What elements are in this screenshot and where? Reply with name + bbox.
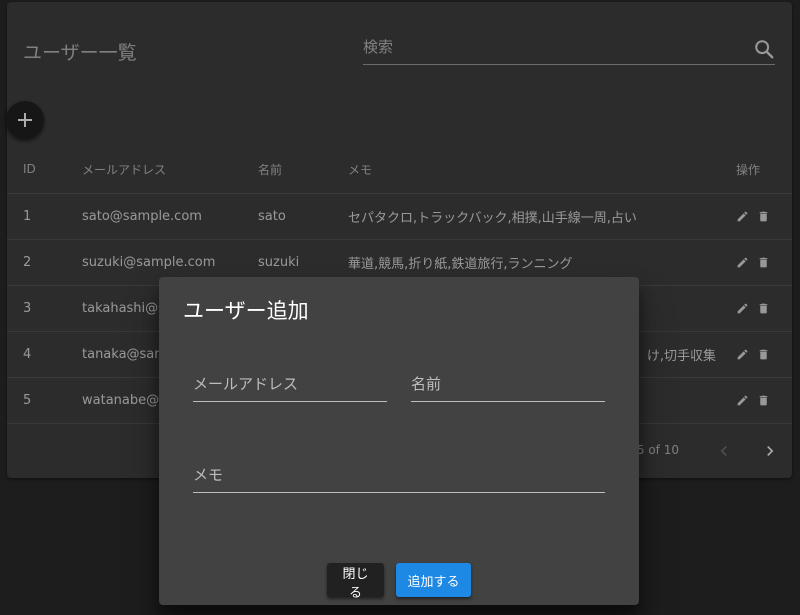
close-button[interactable]: 閉じる: [327, 563, 384, 601]
name-field-wrapper: [411, 367, 605, 402]
email-field-wrapper: [193, 367, 387, 402]
add-button[interactable]: 追加する: [396, 563, 471, 597]
email-field[interactable]: [193, 367, 387, 393]
name-field[interactable]: [411, 367, 605, 393]
dialog-title: ユーザー追加: [183, 299, 309, 323]
memo-field-wrapper: [193, 458, 605, 493]
memo-field[interactable]: [193, 458, 605, 484]
add-user-dialog: ユーザー追加 閉じる 追加する: [159, 277, 639, 605]
